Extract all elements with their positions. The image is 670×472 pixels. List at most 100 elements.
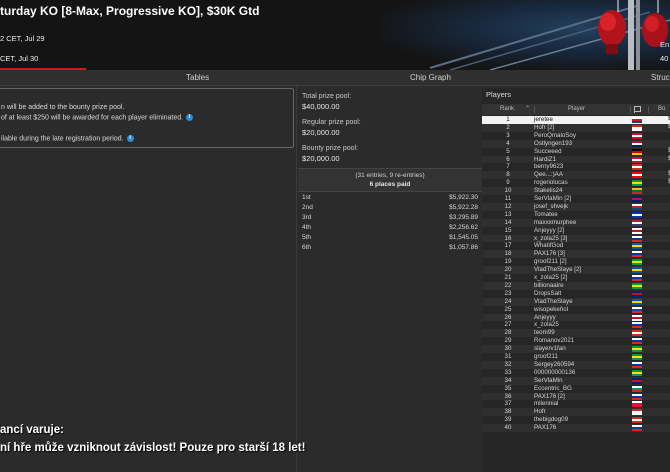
player-row[interactable]: 11 SerVlaMin [2]	[482, 195, 670, 203]
country-flag-icon	[632, 124, 642, 131]
player-row[interactable]: 16 x_zola25 [3]	[482, 234, 670, 243]
player-name: Anjeyyy	[534, 313, 556, 321]
tab-tables[interactable]: Tables	[186, 73, 209, 82]
country-flag-icon	[632, 401, 642, 408]
player-rank: 32	[504, 360, 512, 368]
player-row[interactable]: 29 Romanov2021	[482, 337, 670, 345]
player-rank: 38	[504, 408, 512, 416]
places-paid-text: 6 places paid	[369, 181, 411, 188]
tab-structure[interactable]: Struc	[651, 73, 670, 82]
player-rank: 29	[504, 337, 512, 345]
player-row[interactable]: 7 berny9623	[482, 163, 670, 171]
player-name: groof211	[534, 353, 558, 360]
boxing-gloves-illustration	[429, 0, 670, 70]
total-prize-label: Total prize pool:	[302, 93, 352, 100]
player-name: WhatifGod	[534, 242, 564, 250]
player-row[interactable]: 26 Anjeyyy	[482, 313, 670, 322]
player-row[interactable]: 12 josef_shvejk	[482, 202, 670, 211]
bounty-column-header[interactable]: Bo	[658, 106, 665, 112]
player-row[interactable]: 33 000000000136	[482, 369, 670, 377]
player-row[interactable]: 9 rogeriolucas $	[482, 179, 670, 187]
player-rank: 5	[506, 147, 510, 155]
player-row[interactable]: 2 Hofr [2] $	[482, 123, 670, 132]
player-row[interactable]: 38 Hofr	[482, 408, 670, 417]
player-name: Hofr	[534, 408, 546, 416]
player-row[interactable]: 24 VladTheSlaye	[482, 297, 670, 306]
tournament-title: turday KO [8-Max, Progressive KO], $30K …	[0, 4, 260, 18]
player-row[interactable]: 13 Tomatee	[482, 211, 670, 219]
country-flag-icon	[632, 172, 642, 179]
player-rank: 17	[504, 242, 512, 250]
country-flag-icon	[632, 251, 642, 258]
player-name: VladTheSlaye [2]	[534, 266, 582, 274]
country-flag-icon	[632, 219, 642, 226]
gambling-warning-title: ancí varuje:	[0, 424, 64, 436]
player-name: PAX176	[534, 424, 557, 432]
player-row[interactable]: 20 VladTheSlaye [2]	[482, 266, 670, 274]
player-rank: 15	[504, 226, 512, 234]
player-row[interactable]: 35 Eccentric_BG	[482, 385, 670, 393]
gambling-warning-text: ní hře může vzniknout závislost! Pouze p…	[0, 442, 306, 454]
player-row[interactable]: 30 slayerv1fan	[482, 345, 670, 353]
player-row[interactable]: 19 groof211 [2]	[482, 258, 670, 266]
country-flag-icon	[632, 164, 642, 171]
country-flag-icon	[632, 227, 642, 234]
player-name: berny9623	[534, 163, 564, 171]
player-row[interactable]: 17 WhatifGod	[482, 242, 670, 250]
player-name: SerVlaMin	[534, 376, 563, 384]
player-row[interactable]: 40 PAX176	[482, 424, 670, 432]
country-flag-icon	[632, 148, 642, 155]
player-row[interactable]: 10 Stakelis24	[482, 187, 670, 195]
player-rank: 39	[504, 416, 512, 424]
player-rank: 28	[504, 329, 512, 337]
country-flag-icon	[632, 322, 642, 329]
tab-chip-graph[interactable]: Chip Graph	[410, 73, 451, 82]
player-row[interactable]: 4 Ostlyngen193	[482, 139, 670, 148]
player-row[interactable]: 18 PAX176 [3]	[482, 250, 670, 259]
player-row[interactable]: 34 SerVlaMin	[482, 376, 670, 385]
info-icon[interactable]: i	[186, 114, 194, 121]
player-rank: 14	[504, 218, 512, 226]
player-row[interactable]: 25 wisopekeňol	[482, 306, 670, 314]
total-prize-value: $40,000.00	[302, 102, 340, 111]
player-row[interactable]: 23 DropsSalt	[482, 290, 670, 298]
player-row[interactable]: 14 maxxxmurphee	[482, 218, 670, 227]
player-row[interactable]: 5 Succeeed $	[482, 148, 670, 156]
country-flag-icon	[632, 282, 642, 289]
player-row[interactable]: 8 Qee...:)AA $	[482, 171, 670, 180]
player-row[interactable]: 1 jeretee $	[482, 116, 670, 124]
player-rank: 21	[504, 274, 512, 281]
entries-label: En	[660, 40, 670, 49]
player-row[interactable]: 15 Anjeyyy [2]	[482, 227, 670, 235]
info-icon[interactable]: i	[126, 135, 134, 142]
player-row[interactable]: 6 HardiZ1 $	[482, 155, 670, 164]
player-name: jeretee	[534, 116, 553, 123]
bounty-prize-value: $20,000.00	[302, 154, 340, 163]
player-row[interactable]: 39 thebigdog09	[482, 416, 670, 424]
player-rank: 16	[504, 234, 512, 242]
players-panel: Players Rank ⌃ Player Bo 1 jeretee $2 Hofr …	[482, 88, 670, 472]
country-flag-icon	[632, 290, 642, 297]
country-flag-icon	[632, 196, 642, 202]
player-row[interactable]: 21 x_zola25 [2]	[482, 274, 670, 282]
country-flag-icon	[632, 259, 642, 266]
player-row[interactable]: 28 teom99	[482, 329, 670, 338]
player-row[interactable]: 32 Sergey260594	[482, 360, 670, 369]
player-name: PAX176 [3]	[534, 250, 565, 258]
flag-column-icon[interactable]	[634, 106, 641, 113]
player-row[interactable]: 31 groof211	[482, 353, 670, 361]
player-column-header[interactable]: Player	[568, 106, 585, 112]
player-row[interactable]: 22 billionaaire	[482, 281, 670, 290]
tab-bar: Tables Chip Graph Struc	[0, 70, 670, 86]
player-row[interactable]: 37 milennial	[482, 400, 670, 408]
player-name: rogeriolucas	[534, 179, 568, 187]
regular-prize-value: $20,000.00	[302, 128, 340, 137]
player-row[interactable]: 3 PeroQmaloSoy	[482, 132, 670, 140]
rank-column-header[interactable]: Rank	[500, 106, 514, 112]
player-rank: 33	[504, 368, 512, 376]
payout-row: 5th $1,545.05	[302, 234, 478, 241]
country-flag-icon	[632, 377, 642, 384]
sort-ascending-icon[interactable]: ⌃	[525, 105, 530, 112]
player-row[interactable]: 27 x_zola25	[482, 321, 670, 329]
player-row[interactable]: 36 PAX176 [2]	[482, 392, 670, 401]
